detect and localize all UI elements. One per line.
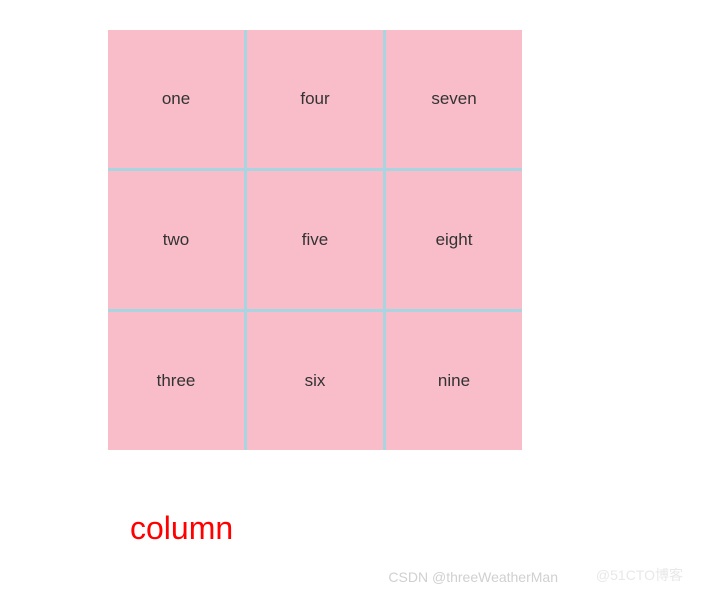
watermark-other: @51CTO博客: [596, 565, 683, 585]
watermark-csdn: CSDN @threeWeatherMan: [388, 569, 558, 585]
grid-container: one two three four five six seven eight …: [108, 30, 522, 450]
grid-cell: six: [247, 312, 383, 450]
grid-cell: four: [247, 30, 383, 168]
grid-cell: seven: [386, 30, 522, 168]
grid-cell: eight: [386, 171, 522, 309]
grid-cell: two: [108, 171, 244, 309]
grid-cell: five: [247, 171, 383, 309]
grid-cell: one: [108, 30, 244, 168]
grid-cell: nine: [386, 312, 522, 450]
grid-cell: three: [108, 312, 244, 450]
caption-text: column: [130, 510, 233, 547]
